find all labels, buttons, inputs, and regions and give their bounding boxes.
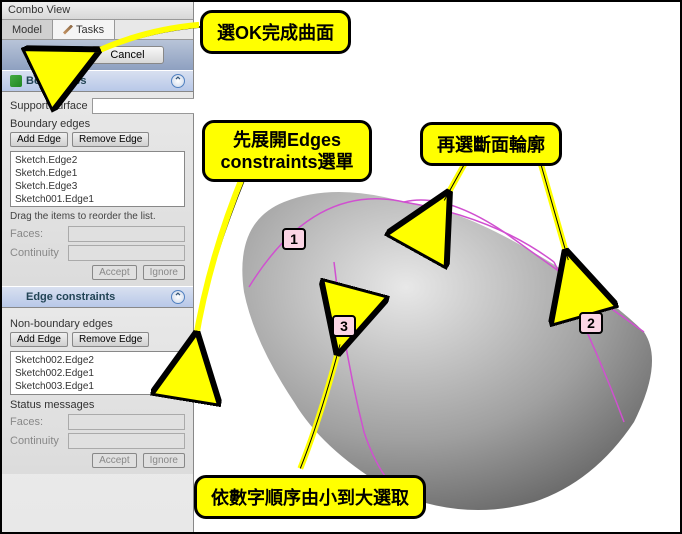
non-boundary-label: Non-boundary edges — [10, 318, 185, 330]
list-item[interactable]: Sketch003.Edge1 — [15, 380, 180, 393]
list-item[interactable]: Sketch.Edge2 — [15, 154, 180, 167]
support-surface-label: Support surface — [10, 100, 88, 112]
accept-button-2: Accept — [92, 453, 137, 468]
accept-button: Accept — [92, 265, 137, 280]
3d-view[interactable] — [194, 2, 680, 532]
edge-constraints-header[interactable]: Edge constraints ⌃ — [2, 286, 193, 308]
remove-edge-button[interactable]: Remove Edge — [72, 132, 149, 147]
surface-shape — [194, 2, 682, 532]
list-item[interactable]: Sketch.Edge1 — [15, 167, 180, 180]
faces-label: Faces: — [10, 228, 64, 240]
ok-button[interactable]: OK — [31, 46, 85, 64]
faces-combo-2 — [68, 414, 185, 430]
ok-cancel-row: OK Cancel — [2, 40, 193, 70]
tab-tasks-label: Tasks — [76, 24, 104, 36]
callout-edges: 先展開Edges constraints選單 — [202, 120, 372, 182]
list-item[interactable]: Sketch002.Edge2 — [15, 354, 180, 367]
continuity-combo — [68, 245, 185, 261]
tab-bar: Model Tasks — [2, 20, 193, 40]
list-item[interactable]: Sketch.Edge3 — [15, 180, 180, 193]
tab-tasks[interactable]: Tasks — [53, 20, 115, 39]
non-boundary-list[interactable]: Sketch002.Edge2 Sketch002.Edge1 Sketch00… — [10, 351, 185, 395]
faces-combo — [68, 226, 185, 242]
panel-title: Combo View — [2, 2, 193, 20]
continuity-combo-2 — [68, 433, 185, 449]
add-edge-button[interactable]: Add Edge — [10, 132, 68, 147]
boundaries-body: Support surface Boundary edges Add Edge … — [2, 92, 193, 286]
collapse-icon[interactable]: ⌃ — [171, 74, 185, 88]
number-badge-2: 2 — [579, 312, 603, 334]
status-label: Status messages — [10, 399, 185, 411]
boundary-edges-label: Boundary edges — [10, 118, 185, 130]
list-item[interactable]: Sketch002.Edge1 — [15, 367, 180, 380]
reorder-hint: Drag the items to reorder the list. — [10, 211, 185, 222]
faces-label-2: Faces: — [10, 416, 64, 428]
tab-model[interactable]: Model — [2, 20, 53, 39]
pencil-icon — [63, 25, 73, 35]
number-badge-3: 3 — [332, 315, 356, 337]
add-edge-button-2[interactable]: Add Edge — [10, 332, 68, 347]
remove-edge-button-2[interactable]: Remove Edge — [72, 332, 149, 347]
boundaries-title: Boundaries — [26, 75, 87, 87]
callout-ok: 選OK完成曲面 — [200, 10, 351, 54]
edge-constraints-body: Non-boundary edges Add Edge Remove Edge … — [2, 308, 193, 474]
boundary-edges-list[interactable]: Sketch.Edge2 Sketch.Edge1 Sketch.Edge3 S… — [10, 151, 185, 207]
ignore-button-2: Ignore — [143, 453, 185, 468]
number-badge-1: 1 — [282, 228, 306, 250]
boundaries-header[interactable]: Boundaries ⌃ — [2, 70, 193, 92]
collapse-icon[interactable]: ⌃ — [171, 290, 185, 304]
combo-view-panel: Combo View Model Tasks OK Cancel Boundar… — [2, 2, 194, 532]
cancel-button[interactable]: Cancel — [91, 46, 163, 64]
cube-icon — [10, 75, 22, 87]
continuity-label-2: Continuity — [10, 435, 64, 447]
edge-constraints-title: Edge constraints — [26, 291, 115, 303]
callout-order: 依數字順序由小到大選取 — [194, 475, 426, 519]
list-item[interactable]: Sketch001.Edge1 — [15, 193, 180, 206]
continuity-label: Continuity — [10, 247, 64, 259]
ignore-button: Ignore — [143, 265, 185, 280]
callout-profile: 再選斷面輪廓 — [420, 122, 562, 166]
